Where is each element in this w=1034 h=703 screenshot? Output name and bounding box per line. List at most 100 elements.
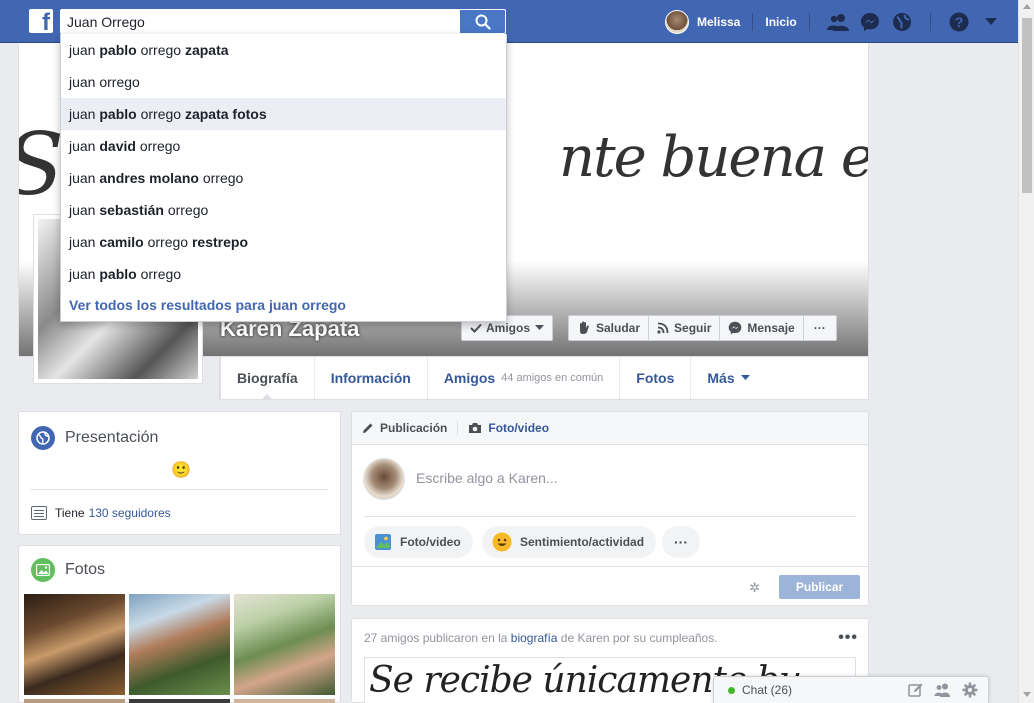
search-suggestion-text: restrepo: [191, 234, 248, 250]
search-suggestion-text: juan: [69, 266, 100, 282]
account-menu-chevron-down-icon[interactable]: [979, 10, 1003, 34]
search-suggestion-item[interactable]: juan pablo orrego zapata: [61, 34, 506, 66]
feeling-activity-pill[interactable]: Sentimiento/actividad: [482, 526, 657, 558]
search-suggestion-text: pablo: [99, 266, 137, 282]
page-scrollbar[interactable]: [1018, 0, 1034, 703]
scroll-down-arrow-icon[interactable]: [1023, 692, 1031, 697]
new-message-icon[interactable]: [908, 682, 924, 698]
divider: [364, 516, 856, 517]
pencil-icon: [362, 422, 374, 434]
avatar[interactable]: [665, 9, 689, 34]
followers-row: Tiene 130 seguidores: [31, 506, 171, 520]
post-composer: Publicación Foto/video Escribe algo a Ka…: [351, 411, 869, 606]
search-suggestion-text: juan: [69, 202, 100, 218]
globe-icon[interactable]: [890, 10, 914, 34]
photos-title: Fotos: [65, 561, 106, 578]
divider: [31, 489, 328, 490]
chat-bar[interactable]: Chat (26): [713, 676, 989, 703]
messenger-icon[interactable]: [858, 10, 882, 34]
tab-information[interactable]: Información: [313, 357, 427, 399]
photos-header[interactable]: Fotos: [31, 558, 105, 582]
smiley-icon: [492, 532, 512, 552]
search-suggestion-item[interactable]: juan orrego: [61, 66, 506, 98]
follow-button-label: Seguir: [674, 321, 712, 335]
mutual-friends-count: 44 amigos en común: [501, 372, 604, 384]
tab-more[interactable]: Más: [690, 357, 765, 399]
scroll-up-arrow-icon[interactable]: [1023, 4, 1031, 9]
search-suggestion-text: andres molano: [99, 170, 199, 186]
search-input[interactable]: [60, 9, 460, 34]
new-group-icon[interactable]: [934, 682, 952, 698]
photo-thumbnail[interactable]: [24, 699, 125, 703]
search-suggestion-item[interactable]: juan david orrego: [61, 130, 506, 162]
cover-text-right: nte buena energía: [559, 125, 869, 190]
photo-video-pill[interactable]: Foto/video: [364, 526, 473, 558]
chevron-down-icon: [740, 375, 750, 380]
tab-photo-video[interactable]: Foto/video: [468, 421, 549, 435]
camera-icon: [468, 422, 482, 434]
search-button[interactable]: [460, 9, 506, 34]
chat-label: Chat (26): [742, 683, 793, 697]
search-suggestion-item[interactable]: juan sebastián orrego: [61, 194, 506, 226]
nav-divider: [752, 12, 754, 31]
search-suggestion-text: sebastián: [99, 202, 164, 218]
nav-home-link[interactable]: Inicio: [765, 15, 796, 29]
biography-link[interactable]: biografía: [511, 631, 558, 645]
followers-link[interactable]: 130 seguidores: [89, 506, 171, 520]
search-suggestion-item[interactable]: juan camilo orrego restrepo: [61, 226, 506, 258]
greet-button[interactable]: Saludar: [569, 316, 650, 340]
wave-hand-icon: [577, 321, 591, 335]
help-icon[interactable]: ?: [947, 10, 971, 34]
globe-icon: [31, 426, 55, 450]
rss-icon: [657, 322, 669, 334]
photo-thumbnail[interactable]: [24, 594, 125, 695]
avatar[interactable]: [363, 458, 405, 500]
more-options-pill-label: ···: [674, 534, 688, 550]
search-suggestion-text: orrego: [198, 170, 244, 186]
nav-user-name[interactable]: Melissa: [697, 15, 740, 29]
search-suggestion-text: orrego: [135, 138, 181, 154]
see-all-results-link[interactable]: Ver todos los resultados para juan orreg…: [69, 297, 346, 313]
search-suggestion-item[interactable]: juan pablo orrego: [61, 258, 506, 290]
gear-icon[interactable]: ✲: [749, 580, 760, 596]
tab-biography[interactable]: Biografía: [220, 357, 314, 400]
facebook-logo-icon[interactable]: f: [29, 9, 53, 33]
composer-input[interactable]: Escribe algo a Karen...: [416, 470, 558, 486]
profile-tabs: Biografía Información Amigos 44 amigos e…: [219, 357, 869, 400]
search-suggestion-text: orrego: [136, 266, 182, 282]
photo-thumbnail[interactable]: [129, 699, 230, 703]
photo-video-pill-label: Foto/video: [400, 535, 461, 549]
search-suggestion-text: zapata: [184, 42, 229, 58]
divider: [457, 421, 459, 435]
followers-prefix: Tiene: [55, 506, 85, 520]
more-options-icon[interactable]: •••: [838, 629, 858, 647]
friend-requests-icon[interactable]: [826, 10, 850, 34]
search-suggestion-text: juan: [69, 234, 100, 250]
search-suggestion-item[interactable]: juan andres molano orrego: [61, 162, 506, 194]
search-suggestion-text: zapata fotos: [184, 106, 267, 122]
tab-post[interactable]: Publicación: [362, 421, 447, 435]
gear-icon[interactable]: [962, 682, 978, 698]
photo-thumbnail[interactable]: [129, 594, 230, 695]
scrollbar-thumb[interactable]: [1022, 18, 1032, 193]
more-options-button[interactable]: ···: [804, 316, 836, 340]
tab-friends[interactable]: Amigos 44 amigos en común: [426, 357, 619, 399]
photo-thumbnail[interactable]: [234, 594, 335, 695]
publish-button[interactable]: Publicar: [779, 575, 860, 599]
photo-thumbnail[interactable]: [234, 699, 335, 703]
tab-information-label: Información: [330, 370, 411, 386]
checkmark-icon: [470, 323, 482, 333]
tab-more-label: Más: [707, 370, 735, 386]
search-icon: [475, 14, 491, 30]
tab-post-label: Publicación: [380, 421, 448, 435]
more-options-pill[interactable]: ···: [662, 526, 700, 558]
message-button[interactable]: Mensaje: [720, 316, 804, 340]
svg-text:?: ?: [954, 14, 963, 30]
friends-button-label: Amigos: [486, 321, 531, 335]
follow-button[interactable]: Seguir: [649, 316, 721, 340]
search-suggestion-text: juan: [69, 42, 100, 58]
tab-biography-label: Biografía: [237, 370, 298, 386]
search-suggestion-text: pablo: [99, 106, 137, 122]
tab-photos[interactable]: Fotos: [619, 357, 690, 399]
search-suggestion-item[interactable]: juan pablo orrego zapata fotos: [61, 98, 506, 130]
